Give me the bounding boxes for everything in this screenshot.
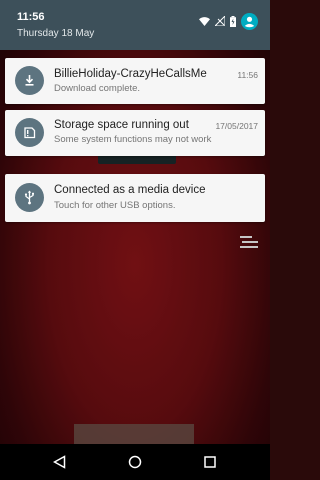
usb-icon: [15, 183, 44, 212]
notification-usb[interactable]: Connected as a media device Touch for ot…: [5, 174, 265, 222]
notification-storage[interactable]: Storage space running out Some system fu…: [5, 110, 265, 156]
storage-warning-icon: [15, 118, 44, 147]
signal-off-icon: [215, 16, 225, 26]
home-icon[interactable]: [127, 454, 143, 470]
notification-date: 17/05/2017: [215, 121, 258, 131]
notification-time: 11:56: [237, 70, 258, 80]
back-icon[interactable]: [51, 454, 67, 470]
battery-charging-icon: [230, 15, 236, 27]
notification-subtitle: Download complete.: [54, 83, 141, 94]
notification-subtitle: Touch for other USB options.: [54, 200, 176, 211]
date-label[interactable]: Thursday 18 May: [17, 28, 94, 39]
notification-title: BillieHoliday-CrazyHeCallsMe: [54, 68, 207, 80]
notification-title: Connected as a media device: [54, 184, 206, 196]
notification-shade-header[interactable]: 11:56 Thursday 18 May: [0, 0, 270, 50]
clock: 11:56: [17, 11, 45, 23]
wifi-icon: [199, 16, 210, 26]
download-icon: [15, 66, 44, 95]
notification-subtitle: Some system functions may not work: [54, 134, 212, 145]
navigation-bar: [0, 444, 270, 480]
notification-download[interactable]: BillieHoliday-CrazyHeCallsMe Download co…: [5, 58, 265, 104]
account-icon[interactable]: [241, 12, 258, 30]
recents-icon[interactable]: [202, 454, 218, 470]
notification-title: Storage space running out: [54, 119, 189, 131]
status-icons: [199, 11, 258, 31]
